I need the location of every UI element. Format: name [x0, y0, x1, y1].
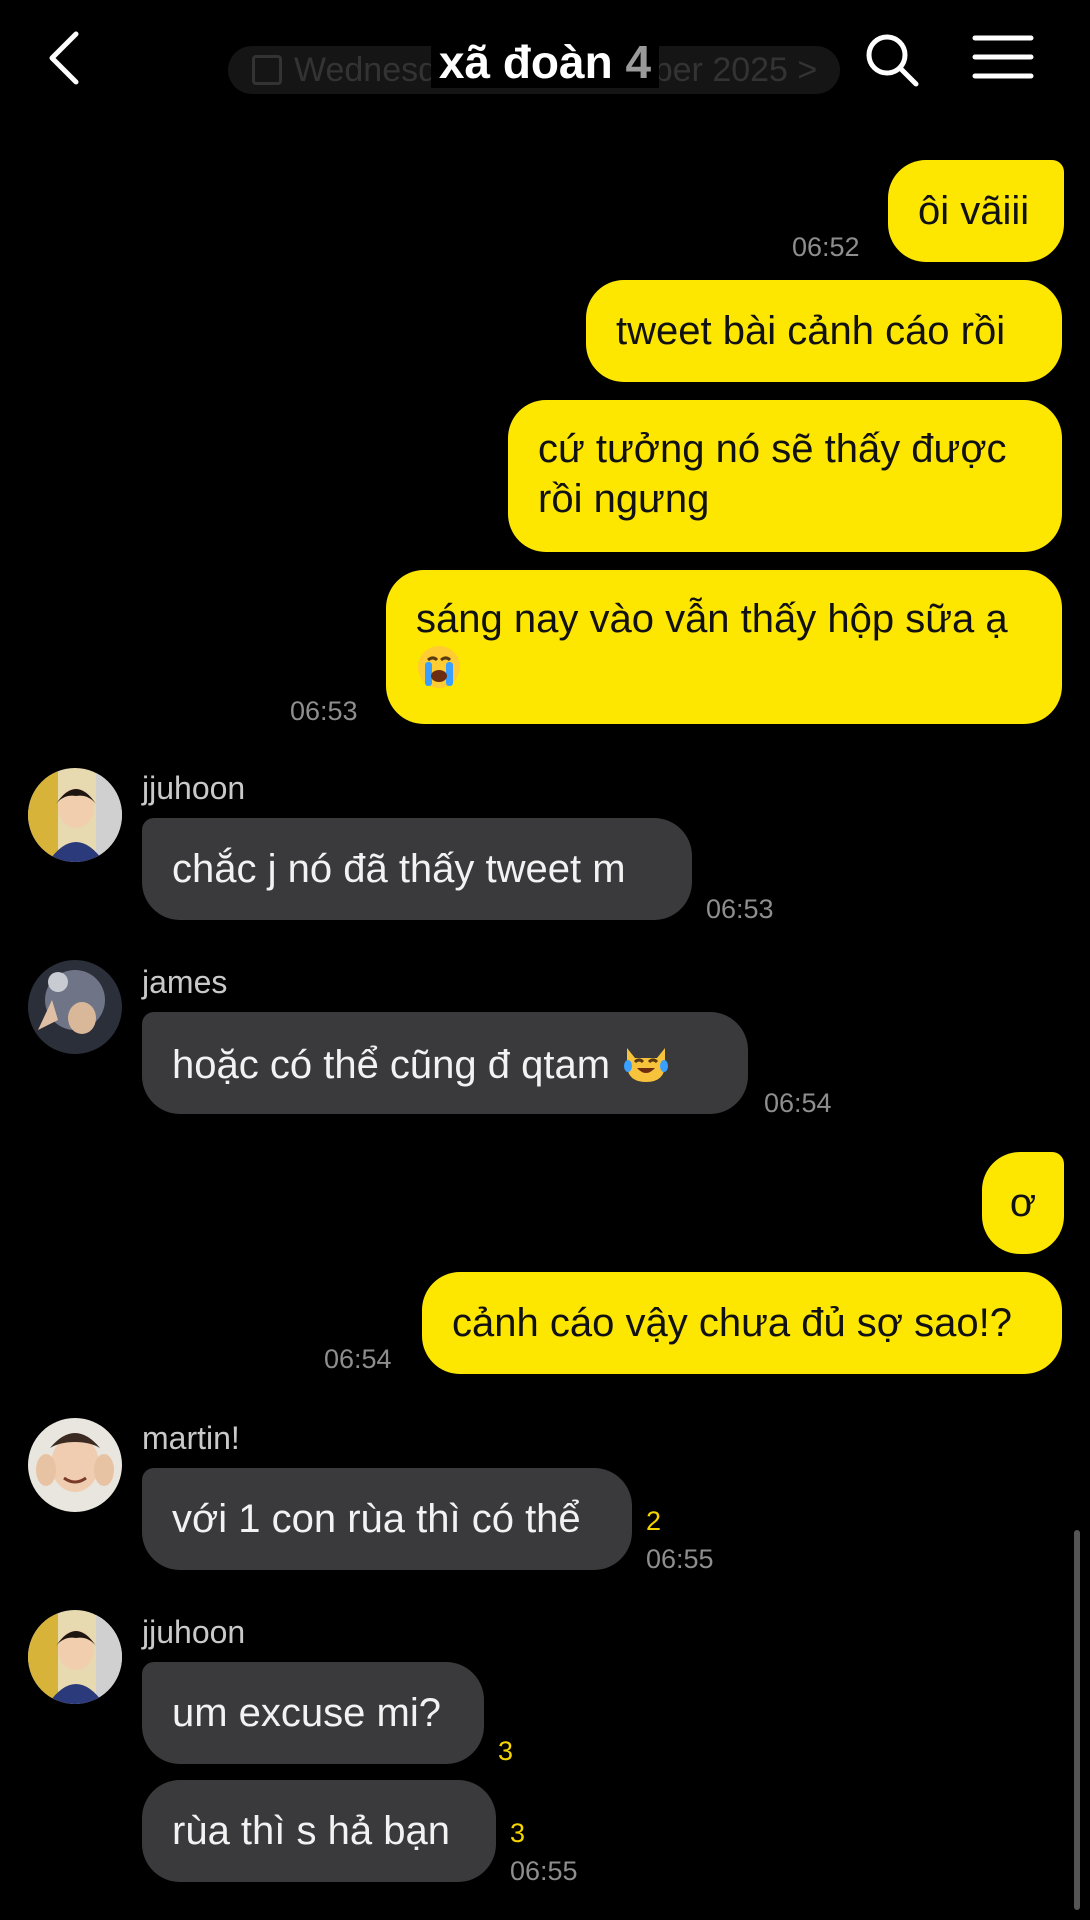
my-message-bubble[interactable]: tweet bài cảnh cáo rồi	[586, 280, 1062, 382]
message-text: tweet bài cảnh cáo rồi	[616, 309, 1006, 353]
message-text: với 1 con rùa thì có thể	[172, 1497, 581, 1541]
avatar[interactable]	[28, 960, 122, 1054]
my-message-bubble[interactable]: ơ	[982, 1152, 1064, 1254]
message-text: ôi vãiii	[918, 189, 1030, 233]
their-message-bubble[interactable]: hoặc có thể cũng đ qtam	[142, 1012, 748, 1114]
message-text: rùa thì s hả bạn	[172, 1809, 450, 1853]
their-message-bubble[interactable]: um excuse mi?	[142, 1662, 484, 1764]
unread-count: 3	[498, 1736, 514, 1766]
chat-header: Wednesday, 17 September 2025 > xã đoàn 4	[0, 0, 1090, 120]
message-text: um excuse mi?	[172, 1691, 441, 1735]
message-time: 06:54	[764, 1088, 832, 1118]
message-text: ơ	[1009, 1181, 1037, 1225]
message-time: 06:53	[290, 696, 358, 726]
message-time: 06:53	[706, 894, 774, 924]
unread-count: 3	[510, 1818, 526, 1848]
chevron-left-icon	[49, 31, 79, 85]
sender-name: martin!	[142, 1420, 240, 1456]
scrollbar[interactable]	[1074, 1530, 1080, 1910]
my-message-bubble[interactable]: sáng nay vào vẫn thấy hộp sữa ạ	[386, 570, 1062, 724]
chat-title-text: xã đoàn	[438, 36, 613, 88]
member-count: 4	[625, 36, 652, 88]
menu-button[interactable]	[972, 32, 1034, 82]
message-time: 06:55	[646, 1544, 714, 1574]
message-time: 06:54	[324, 1344, 392, 1374]
unread-count: 2	[646, 1506, 662, 1536]
their-message-bubble[interactable]: chắc j nó đã thấy tweet m	[142, 818, 692, 920]
hamburger-menu-icon	[972, 35, 1034, 79]
message-time: 06:52	[792, 232, 860, 262]
message-text: chắc j nó đã thấy tweet m	[172, 847, 626, 891]
sender-name: jjuhoon	[142, 770, 246, 806]
my-message-bubble[interactable]: cứ tưởng nó sẽ thấy được rồi ngưng	[508, 400, 1062, 552]
message-text: cảnh cáo vậy chưa đủ sợ sao!?	[452, 1301, 1012, 1345]
search-icon	[866, 34, 919, 87]
my-message-bubble[interactable]: cảnh cáo vậy chưa đủ sợ sao!?	[422, 1272, 1062, 1374]
their-message-bubble[interactable]: với 1 con rùa thì có thể	[142, 1468, 632, 1570]
their-message-bubble[interactable]: rùa thì s hả bạn	[142, 1780, 496, 1882]
avatar[interactable]	[28, 1610, 122, 1704]
my-message-bubble[interactable]: ôi vãiii	[888, 160, 1064, 262]
message-text: hoặc có thể cũng đ qtam	[172, 1043, 611, 1087]
message-text: cứ tưởng nó sẽ thấy được rồi ngưng	[538, 427, 1007, 521]
message-text: sáng nay vào vẫn thấy hộp sữa ạ	[416, 597, 1008, 641]
back-button[interactable]	[42, 28, 92, 88]
cat-tears-of-joy-icon	[621, 1038, 671, 1096]
crying-face-icon	[416, 644, 462, 702]
sender-name: james	[142, 964, 228, 1000]
message-time: 06:55	[510, 1856, 578, 1886]
chat-title: xã đoàn 4	[0, 30, 1090, 94]
avatar[interactable]	[28, 1418, 122, 1512]
avatar[interactable]	[28, 768, 122, 862]
sender-name: jjuhoon	[142, 1614, 246, 1650]
search-button[interactable]	[862, 30, 922, 90]
